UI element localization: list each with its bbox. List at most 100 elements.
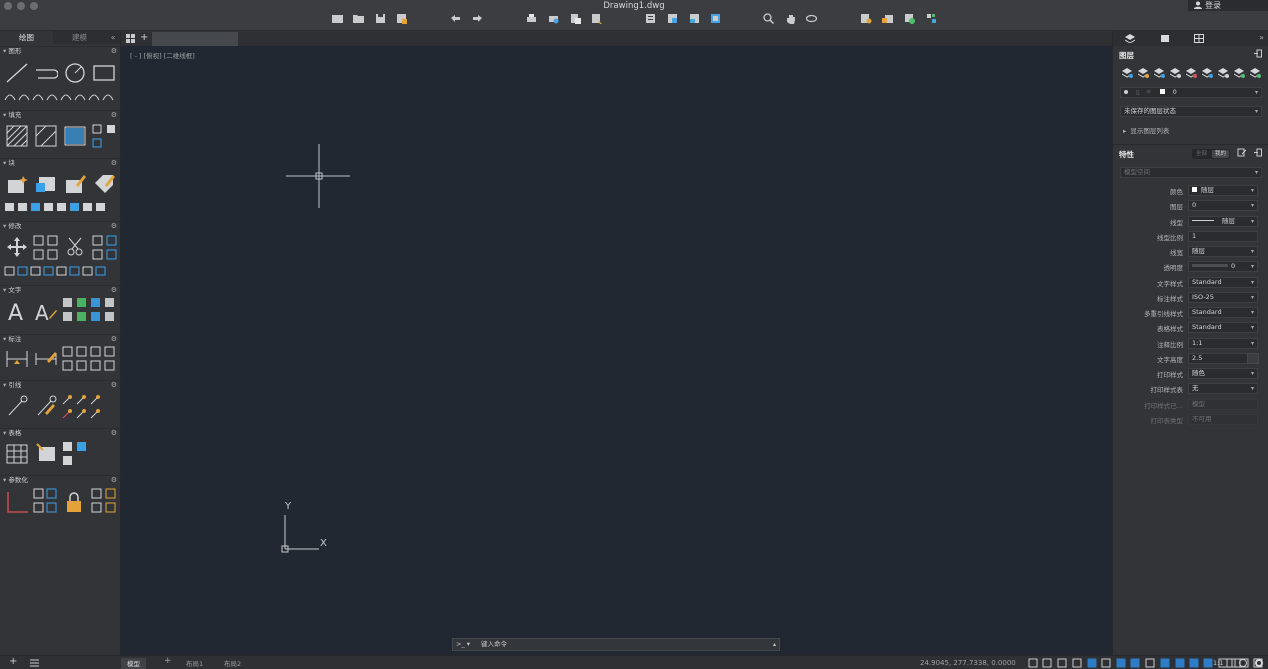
layer-tool-icon-7[interactable] — [1233, 68, 1245, 78]
leader-tool-icon-01[interactable] — [76, 394, 87, 405]
block-tool-icon-7[interactable] — [95, 201, 106, 212]
modify-row-icon-0[interactable] — [4, 265, 15, 276]
dim-tool-icon-00[interactable] — [62, 346, 73, 357]
section-header-table[interactable]: 表格 ⚙ — [0, 428, 121, 437]
redo-icon[interactable] — [471, 12, 484, 25]
open-icon[interactable] — [352, 12, 365, 25]
sheet-set-icon[interactable] — [925, 12, 938, 25]
region-icon[interactable] — [92, 124, 102, 134]
leader-icon[interactable] — [6, 395, 28, 417]
layer-tool-icon-5[interactable] — [1201, 68, 1213, 78]
boundary-icon[interactable] — [64, 125, 86, 147]
command-input[interactable]: 键入命令 — [481, 639, 507, 650]
linear-dim-icon[interactable] — [6, 349, 28, 369]
layers-tab-icon[interactable] — [1124, 34, 1136, 44]
transparency-icon[interactable] — [1160, 658, 1170, 668]
modify-row-icon-4[interactable] — [56, 265, 67, 276]
command-history-toggle[interactable]: ▴ — [773, 639, 776, 650]
trim-icon[interactable] — [65, 236, 87, 258]
transparency-slider[interactable] — [1192, 264, 1228, 268]
drawing-canvas[interactable]: [ - ] [俯视] [二维线框] Y X >_ ▾ 键入命令 ▴ — [121, 46, 1112, 655]
layer-state-icon[interactable] — [666, 12, 679, 25]
tab-layout2[interactable]: 布局2 — [218, 658, 247, 669]
spline-icon[interactable] — [18, 90, 30, 102]
block-tool-icon-5[interactable] — [69, 201, 80, 212]
dim-tool-icon-11[interactable] — [76, 360, 87, 371]
plot-icon[interactable] — [525, 12, 538, 25]
section-gear-icon[interactable]: ⚙ — [111, 286, 117, 295]
collapse-panel-button[interactable]: « — [106, 31, 120, 44]
prop-value-field[interactable]: Standard ▾ — [1188, 307, 1258, 318]
document-tab-drawing1[interactable] — [152, 32, 238, 46]
dim-constraint-icon-11[interactable] — [105, 502, 116, 513]
insert-icon[interactable] — [881, 12, 894, 25]
ray-icon[interactable] — [46, 90, 58, 102]
block-tool-icon-1[interactable] — [17, 201, 28, 212]
table-tool-icon-1[interactable] — [76, 441, 87, 452]
dim-constraint-icon-00[interactable] — [91, 488, 102, 499]
polygon-icon[interactable] — [74, 90, 86, 102]
prop-value-field[interactable]: 1:1 ▾ — [1188, 337, 1258, 349]
login-button[interactable]: 登录 — [1188, 0, 1268, 11]
polar-icon[interactable] — [1087, 658, 1097, 668]
mtext-icon[interactable]: A — [6, 300, 28, 322]
plot-preview-icon[interactable] — [547, 12, 560, 25]
text-style-icon[interactable]: A — [35, 300, 57, 322]
section-gear-icon[interactable]: ⚙ — [111, 222, 117, 231]
dim-tool-icon-02[interactable] — [90, 346, 101, 357]
layer-state-dropdown[interactable]: 未保存的图层状态 ▾ — [1120, 106, 1262, 117]
cover-icon[interactable] — [92, 138, 102, 148]
3d-osnap-icon[interactable] — [1189, 658, 1199, 668]
text-tool-icon-02[interactable] — [90, 297, 101, 308]
prop-value-field[interactable]: 0 ▾ — [1188, 200, 1258, 212]
add-layout-button[interactable]: + — [9, 656, 17, 667]
layer-tool-icon-8[interactable] — [1249, 68, 1261, 78]
tab-layout1[interactable]: 布局1 — [180, 658, 209, 669]
grid-icon[interactable] — [1028, 658, 1038, 668]
show-layer-list-toggle[interactable]: ▸ 显示图层列表 — [1123, 125, 1169, 135]
orbit-icon[interactable] — [805, 12, 818, 25]
prop-value-field[interactable]: 0 ▾ — [1188, 261, 1258, 273]
prop-value-field[interactable]: Standard ▾ — [1188, 322, 1258, 334]
selection-cycling-icon[interactable] — [1175, 658, 1185, 668]
section-gear-icon[interactable]: ⚙ — [111, 111, 117, 120]
section-header-text[interactable]: 文字 ⚙ — [0, 285, 121, 294]
add-layout-tab-button[interactable]: + — [164, 656, 172, 666]
modify-row-icon-6[interactable] — [82, 265, 93, 276]
workspace-icon[interactable] — [1238, 658, 1248, 668]
rectangle-icon[interactable] — [93, 64, 115, 82]
modify-row-icon-7[interactable] — [95, 265, 106, 276]
dim-constraint-icon-01[interactable] — [105, 488, 116, 499]
leader-style-icon[interactable] — [35, 395, 57, 417]
blocks-tab-icon[interactable] — [1160, 34, 1170, 43]
grid-view-icon[interactable] — [126, 34, 135, 43]
section-header-parametric[interactable]: 参数化 ⚙ — [0, 475, 121, 484]
section-gear-icon[interactable]: ⚙ — [111, 476, 117, 485]
current-layer-dropdown[interactable]: ▯ ☼ 0 ▾ — [1120, 87, 1262, 98]
leader-tool-icon-02[interactable] — [90, 394, 101, 405]
save-as-icon[interactable] — [395, 12, 408, 25]
tab-draw[interactable]: 绘图 — [0, 31, 53, 44]
section-gear-icon[interactable]: ⚙ — [111, 159, 117, 168]
constraint-icon-10[interactable] — [33, 502, 44, 513]
snap-icon[interactable] — [1042, 658, 1052, 668]
text-tool-icon-03[interactable] — [104, 297, 115, 308]
tab-modeling[interactable]: 建模 — [53, 31, 106, 44]
modify-right-icon-10[interactable] — [92, 249, 103, 260]
section-header-hatch[interactable]: 填充 ⚙ — [0, 110, 121, 119]
constraint-icon-01[interactable] — [46, 488, 57, 499]
dock-layers-icon[interactable] — [1254, 49, 1262, 58]
table-style-icon[interactable] — [35, 442, 59, 464]
leader-tool-icon-11[interactable] — [76, 408, 87, 419]
modify-right-icon-01[interactable] — [106, 235, 117, 246]
tab-model[interactable]: 模型 — [121, 658, 146, 669]
properties-filter-all[interactable]: 全部 — [1196, 149, 1207, 159]
text-tool-icon-13[interactable] — [104, 311, 115, 322]
layer-tool-icon-2[interactable] — [1153, 68, 1165, 78]
wipeout-icon[interactable] — [106, 124, 116, 134]
dim-tool-icon-03[interactable] — [104, 346, 115, 357]
settings-gear-icon[interactable] — [1254, 658, 1264, 668]
dim-tool-icon-13[interactable] — [104, 360, 115, 371]
geometric-constraint-icon[interactable] — [6, 490, 28, 514]
modify-row-icon-2[interactable] — [30, 265, 41, 276]
